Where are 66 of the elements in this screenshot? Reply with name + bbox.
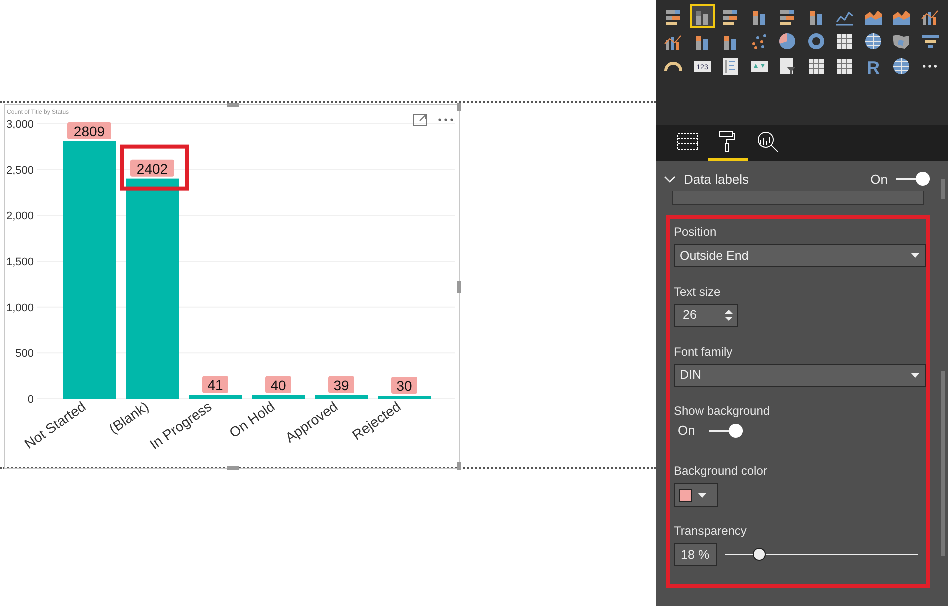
scrollbar-thumb[interactable] <box>941 179 945 199</box>
setting-label: Show background <box>674 404 772 418</box>
table-icon <box>835 32 854 50</box>
scrollbar-thumb[interactable] <box>941 371 945 556</box>
data-label: 2809 <box>74 124 106 140</box>
toggle-switch[interactable] <box>896 172 930 186</box>
focus-mode-icon[interactable] <box>411 113 429 127</box>
caret-icon <box>698 492 707 498</box>
toggle-switch[interactable] <box>709 424 744 438</box>
percent-input[interactable]: 18 % <box>674 543 717 566</box>
slicer-icon <box>778 56 797 76</box>
data-label: 40 <box>266 376 292 394</box>
scatter-chart-icon <box>750 32 768 50</box>
data-label: 2809 <box>68 122 112 140</box>
gauge-icon <box>664 61 683 71</box>
dropdown-field[interactable]: DIN <box>674 364 926 387</box>
setting-label: Transparency <box>674 524 748 538</box>
axis-tick-label: 2,000 <box>6 210 34 223</box>
axis-tick-label: 3,000 <box>6 119 34 131</box>
data-label: 40 <box>270 377 286 394</box>
setting-label: Text size <box>674 284 722 299</box>
caret-icon <box>911 253 920 258</box>
slider-thumb[interactable] <box>753 548 766 562</box>
data-label: 41 <box>208 377 224 394</box>
toggle-state-text: On <box>870 172 888 186</box>
table-icon <box>806 56 826 76</box>
toggle-state-text: On <box>678 423 696 438</box>
visual-type-button[interactable] <box>690 4 714 28</box>
multi-row-card-icon <box>721 56 740 76</box>
globe-icon <box>892 56 911 76</box>
axis-tick-label: 1,500 <box>6 256 34 268</box>
pie-chart-icon <box>778 32 797 50</box>
resize-handle[interactable] <box>457 281 461 293</box>
more-icon <box>923 64 937 68</box>
resize-handle[interactable] <box>227 466 239 470</box>
data-label: 39 <box>328 376 354 394</box>
setting-label: Font family <box>674 344 734 359</box>
section-title: Data labels <box>684 172 750 186</box>
data-label: 30 <box>392 377 418 394</box>
analytics-icon <box>757 130 779 152</box>
donut-chart-icon <box>806 32 826 50</box>
data-label: 2402 <box>136 160 168 177</box>
globe-icon <box>864 32 882 50</box>
dropdown-field[interactable]: Outside End <box>674 244 926 267</box>
resize-handle[interactable] <box>457 103 461 111</box>
number-spinner[interactable]: 26 <box>674 304 738 327</box>
fields-icon <box>677 132 699 150</box>
axis-tick-label: 1,000 <box>6 302 34 314</box>
setting-label: Position <box>674 225 718 239</box>
resize-handle[interactable] <box>457 462 461 470</box>
data-label: 2402 <box>130 160 174 177</box>
axis-tick-label: 2,500 <box>6 164 34 177</box>
dropdown-field[interactable] <box>672 191 924 205</box>
data-label: 41 <box>202 376 228 394</box>
arrow-up-icon[interactable] <box>725 310 733 314</box>
data-label: 39 <box>334 377 350 394</box>
paint-roller-icon <box>719 130 737 152</box>
data-label: 30 <box>396 378 412 394</box>
axis-tick-label: 500 <box>16 348 34 360</box>
color-picker[interactable] <box>674 483 718 508</box>
arrow-down-icon[interactable] <box>725 316 733 321</box>
resize-handle[interactable] <box>227 103 239 107</box>
axis-tick-label: 0 <box>28 394 34 406</box>
table-icon <box>835 56 854 76</box>
setting-label: Background color <box>674 464 768 478</box>
caret-icon <box>911 372 920 378</box>
